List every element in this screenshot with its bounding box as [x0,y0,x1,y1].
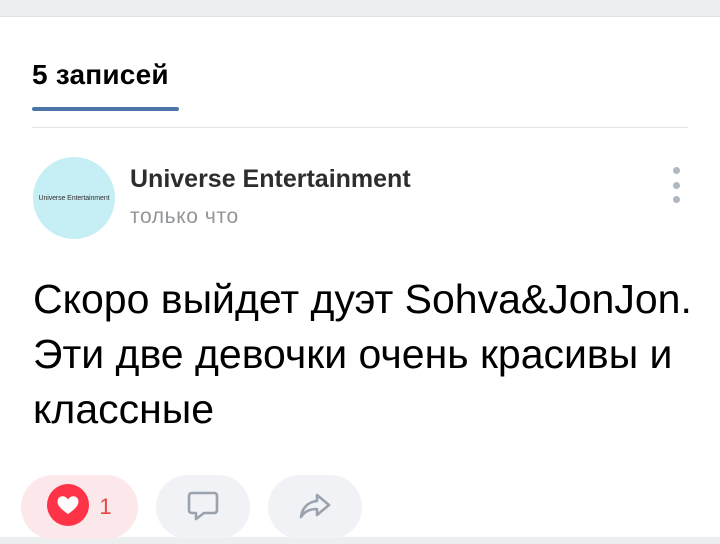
like-count: 1 [99,494,112,519]
tab-active-underline [32,107,179,111]
share-button[interactable] [268,475,362,539]
avatar-label: Universe Entertainment [38,194,110,202]
avatar[interactable]: Universe Entertainment [33,157,115,239]
more-dot-icon [672,181,680,189]
post-time: только что [130,205,239,228]
like-button[interactable]: 1 [21,475,138,539]
heart-icon [47,483,90,531]
more-dot-icon [672,167,680,174]
share-icon [296,486,334,529]
tab-posts-count[interactable]: 5 записей [32,59,169,91]
top-gap [0,0,720,16]
wall-card: 5 записей Universe Entertainment Univers… [0,16,720,539]
post-author[interactable]: Universe Entertainment [130,165,411,194]
wall-tabs: 5 записей [32,17,688,128]
comment-icon [184,486,222,529]
more-dot-icon [672,196,680,203]
more-options-button[interactable] [664,163,688,207]
post-text: Скоро выйдет дуэт Sohva&JonJon. Эти две … [33,276,692,432]
comment-button[interactable] [156,475,250,539]
post-actions: 1 [21,475,362,539]
